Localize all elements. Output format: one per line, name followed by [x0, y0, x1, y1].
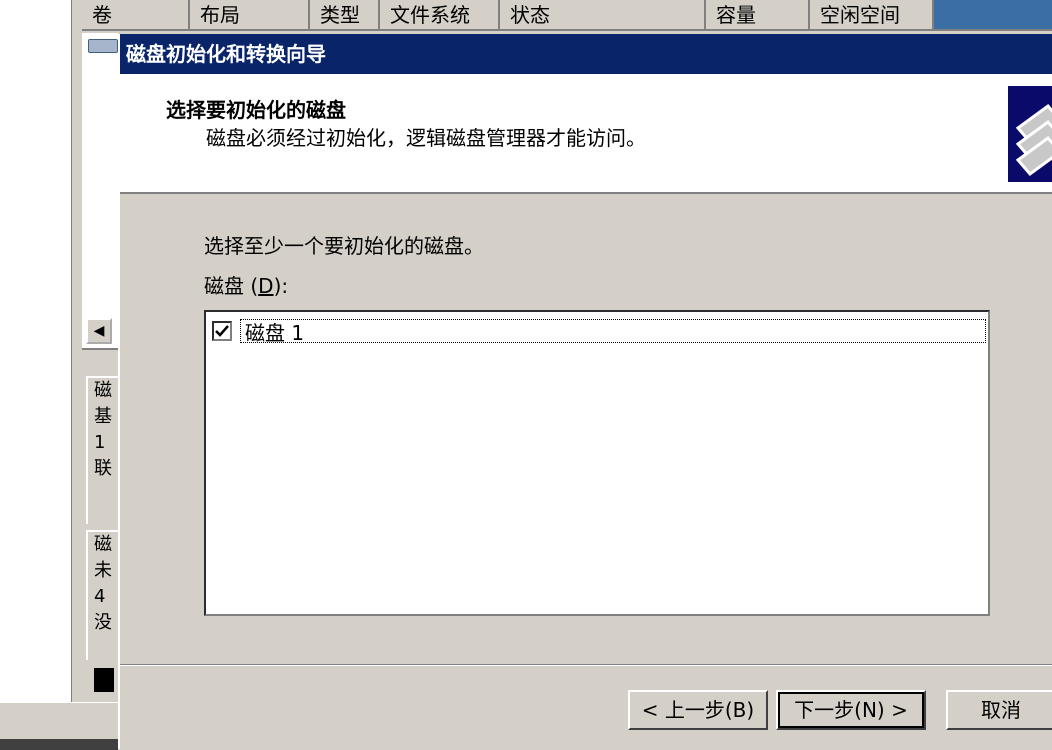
disk-list-label: 磁盘 (D): [204, 274, 289, 298]
volume-list-header: 卷 布局 类型 文件系统 状态 容量 空闲空间 [82, 0, 1052, 33]
disk-1-panel[interactable]: 磁 未 4 没 [86, 530, 118, 660]
wizard-step-title: 选择要初始化的磁盘 [166, 98, 346, 122]
volume-list[interactable] [82, 33, 118, 348]
disk-0-panel[interactable]: 磁 基 1 联 [86, 376, 118, 524]
dialog-title[interactable]: 磁盘初始化和转换向导 [120, 34, 1052, 74]
disk-0-line-2: 基 [94, 406, 112, 427]
select-disk-prompt: 选择至少一个要初始化的磁盘。 [204, 234, 484, 258]
column-header-volume[interactable]: 卷 [82, 0, 190, 31]
wizard-body: 选择至少一个要初始化的磁盘。 磁盘 (D): 磁盘 1 [120, 194, 1052, 664]
button-separator [120, 664, 1052, 666]
column-header-status[interactable]: 状态 [500, 0, 706, 31]
disk-0-line-3: 1 [94, 432, 106, 453]
wizard-header: 选择要初始化的磁盘 磁盘必须经过初始化，逻辑磁盘管理器才能访问。 [120, 74, 1052, 194]
status-bar [0, 702, 118, 750]
disk-1-line-1: 磁 [94, 534, 112, 555]
legend-swatch [94, 668, 114, 692]
pane-splitter[interactable] [72, 0, 82, 702]
disk-list-label-text: 磁盘 [204, 274, 244, 298]
column-header-free-space[interactable]: 空闲空间 [810, 0, 934, 31]
graphical-disk-view: 磁 基 1 联 磁 未 4 没 [82, 362, 118, 702]
cancel-button[interactable]: 取消 [946, 690, 1052, 730]
disk-1-line-2: 未 [94, 560, 112, 581]
scroll-left-button[interactable]: ◀ [86, 318, 112, 344]
disk-listbox[interactable]: 磁盘 1 [204, 310, 990, 616]
disk-0-line-4: 联 [94, 458, 112, 479]
checkmark-icon [215, 325, 229, 337]
disk-list-accelerator: D [258, 274, 274, 298]
disk-stack-icon [1008, 86, 1052, 182]
disk-1-label[interactable]: 磁盘 1 [240, 319, 986, 344]
column-header-filesystem[interactable]: 文件系统 [380, 0, 500, 31]
column-header-extra[interactable] [934, 0, 1052, 31]
column-header-type[interactable]: 类型 [310, 0, 380, 31]
column-header-layout[interactable]: 布局 [190, 0, 310, 31]
disk-1-line-4: 没 [94, 612, 112, 633]
column-header-capacity[interactable]: 容量 [706, 0, 810, 31]
disk-1-checkbox[interactable] [212, 321, 232, 341]
wizard-step-subtitle: 磁盘必须经过初始化，逻辑磁盘管理器才能访问。 [206, 126, 646, 150]
back-button[interactable]: < 上一步(B) [628, 690, 768, 730]
disk-list-item[interactable]: 磁盘 1 [208, 316, 986, 346]
disk-0-line-1: 磁 [94, 380, 112, 401]
console-tree-pane[interactable] [0, 0, 72, 702]
disk-1-line-3: 4 [94, 586, 106, 607]
volume-icon [88, 39, 118, 53]
disk-initialize-wizard: 磁盘初始化和转换向导 选择要初始化的磁盘 磁盘必须经过初始化，逻辑磁盘管理器才能… [118, 34, 1052, 749]
next-button[interactable]: 下一步(N) > [776, 690, 926, 730]
